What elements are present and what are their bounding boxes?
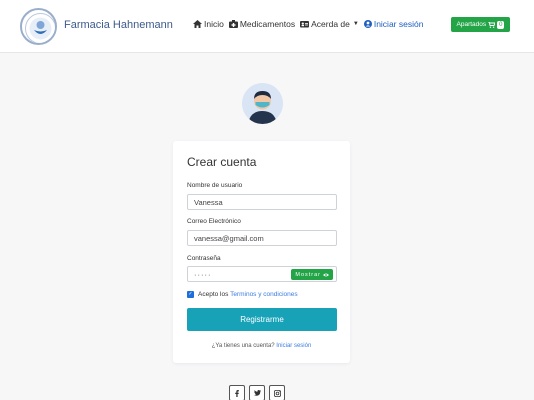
show-password-label: Mostrar (295, 271, 321, 278)
terms-link[interactable]: Terminos y condiciones (230, 291, 298, 298)
show-password-button[interactable]: Mostrar (291, 269, 333, 280)
nav-item-inicio[interactable]: Inicio (193, 19, 224, 29)
password-label: Contraseña (187, 255, 221, 262)
social-links (229, 385, 289, 400)
user-circle-icon (363, 20, 372, 28)
terms-prefix: Acepto los (198, 291, 229, 298)
main-nav: Inicio Medicamentos Acerda de ▼ Iniciar … (193, 19, 428, 29)
username-label: Nombre de usuario (187, 182, 243, 189)
nav-item-label: Iniciar sesión (373, 19, 424, 29)
nav-item-iniciar-sesion[interactable]: Iniciar sesión (363, 19, 424, 29)
brand-name[interactable]: Farmacia Hahnemann (64, 19, 173, 31)
login-link[interactable]: Iniciar sesión (276, 343, 311, 349)
chevron-down-icon: ▼ (352, 21, 359, 27)
password-value: ····· (194, 270, 212, 279)
nav-item-label: Inicio (204, 19, 224, 29)
login-prompt-text: ¿Ya tienes una cuenta? (211, 343, 275, 349)
terms-checkbox[interactable]: ✓ (187, 291, 194, 298)
apartados-count: 0 (497, 20, 505, 29)
apartados-label: Apartados (456, 21, 487, 28)
login-prompt: ¿Ya tienes una cuenta? Iniciar sesión (173, 343, 350, 349)
eye-icon (323, 273, 329, 277)
username-field[interactable]: Vanessa (187, 194, 337, 210)
pharmacy-logo[interactable] (20, 8, 57, 45)
pills-icon (228, 20, 238, 28)
apartados-button[interactable]: Apartados 0 (451, 17, 510, 32)
user-avatar (242, 83, 283, 124)
facebook-icon[interactable] (229, 385, 245, 400)
nav-item-medicamentos[interactable]: Medicamentos (228, 19, 296, 29)
nav-item-acerda-de[interactable]: Acerda de ▼ (300, 19, 359, 29)
instagram-icon[interactable] (269, 385, 285, 400)
form-title: Crear cuenta (187, 155, 257, 169)
id-card-icon (300, 20, 310, 28)
terms-text: Acepto los Terminos y condiciones (198, 291, 298, 298)
nav-item-label: Medicamentos (239, 19, 296, 29)
signup-card: Crear cuenta Nombre de usuario Vanessa C… (173, 141, 350, 363)
navbar: Farmacia Hahnemann Inicio Medicamentos A… (0, 0, 534, 53)
register-button[interactable]: Registrarme (187, 308, 337, 331)
email-label: Correo Electrónico (187, 218, 241, 225)
cart-icon (488, 21, 496, 28)
password-field[interactable]: ····· Mostrar (187, 266, 337, 282)
email-field[interactable]: vanessa@gmail.com (187, 230, 337, 246)
home-icon (193, 20, 202, 28)
twitter-icon[interactable] (249, 385, 265, 400)
nav-item-label: Acerda de (311, 19, 350, 29)
